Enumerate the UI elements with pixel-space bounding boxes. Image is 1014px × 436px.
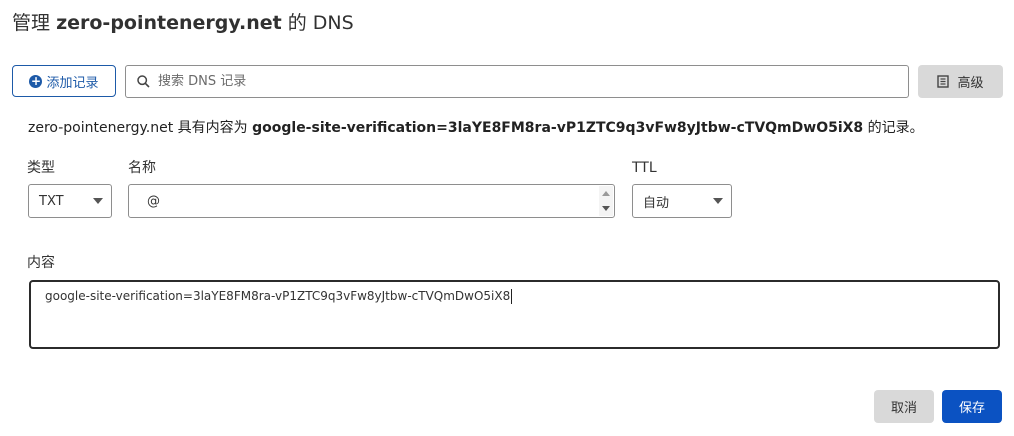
record-info: zero-pointenergy.net 具有内容为 google-site-v…: [28, 118, 924, 138]
spinner-down-icon[interactable]: [599, 201, 613, 216]
name-spinner[interactable]: [599, 186, 613, 216]
page-title: 管理 zero-pointenergy.net 的 DNS: [12, 10, 354, 36]
content-value: google-site-verification=3laYE8FM8ra-vP1…: [45, 289, 511, 303]
name-input[interactable]: [145, 192, 589, 210]
search-box[interactable]: [125, 65, 909, 98]
type-select[interactable]: TXT: [28, 184, 112, 218]
advanced-label: 高级: [957, 76, 984, 91]
search-input[interactable]: [156, 73, 908, 90]
text-cursor: [511, 289, 513, 304]
save-button[interactable]: 保存: [942, 390, 1002, 423]
title-prefix: 管理: [12, 12, 51, 34]
plus-circle-icon: +: [29, 73, 43, 88]
type-label: 类型: [27, 160, 55, 176]
add-record-button[interactable]: + 添加记录: [12, 65, 116, 97]
ttl-label: TTL: [632, 160, 657, 176]
advanced-button[interactable]: 高级: [918, 65, 1003, 98]
ttl-select[interactable]: 自动: [632, 184, 732, 218]
name-field[interactable]: [128, 184, 615, 218]
chevron-down-icon: [713, 198, 723, 204]
info-middle: 具有内容为: [177, 120, 248, 136]
title-domain: zero-pointenergy.net: [56, 12, 282, 34]
info-domain: zero-pointenergy.net: [28, 120, 174, 136]
document-icon: [937, 75, 950, 88]
info-content: google-site-verification=3laYE8FM8ra-vP1…: [252, 120, 864, 136]
add-record-label: 添加记录: [46, 75, 99, 91]
content-textarea[interactable]: google-site-verification=3laYE8FM8ra-vP1…: [29, 280, 1000, 349]
chevron-down-icon: [93, 198, 103, 204]
cancel-button[interactable]: 取消: [874, 390, 934, 423]
content-label: 内容: [27, 255, 55, 271]
info-tail: 的记录。: [867, 120, 924, 136]
ttl-value: 自动: [643, 195, 670, 211]
search-icon: [137, 75, 150, 88]
spinner-up-icon[interactable]: [599, 186, 613, 201]
title-suffix: 的 DNS: [287, 12, 354, 34]
type-value: TXT: [39, 193, 64, 209]
name-label: 名称: [128, 160, 156, 176]
